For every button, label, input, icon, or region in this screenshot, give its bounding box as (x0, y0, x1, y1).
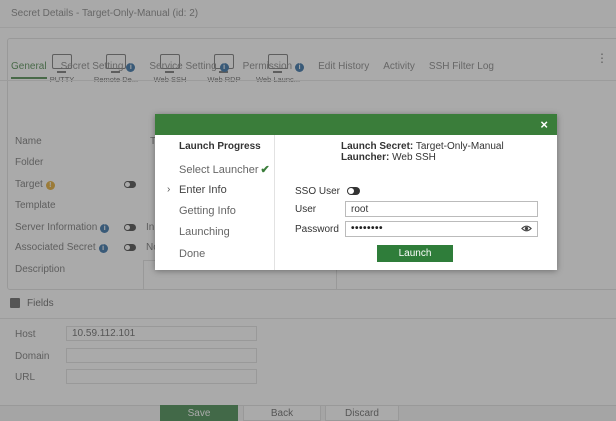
current-step-chevron-icon: › (167, 184, 171, 195)
launch-button[interactable]: Launch (377, 245, 453, 262)
step-done: Done (179, 248, 206, 260)
launcher-line: Launcher: Web SSH (341, 152, 504, 163)
step-launching: Launching (179, 226, 230, 238)
sso-user-label: SSO User (295, 186, 341, 197)
step-enter-info: Enter Info (179, 184, 227, 196)
launch-info: Launch Secret: Target-Only-Manual Launch… (341, 141, 504, 163)
password-label: Password (295, 224, 339, 235)
launch-progress-panel: Launch Progress Select Launcher ✔ › Enter… (155, 135, 275, 270)
show-password-eye-icon[interactable] (521, 224, 532, 238)
launch-progress-title: Launch Progress (179, 141, 261, 152)
sso-user-toggle[interactable] (347, 187, 360, 195)
password-masked-value: •••••••• (351, 223, 384, 234)
password-input[interactable]: •••••••• (345, 221, 538, 237)
launch-secret-label: Launch Secret: (341, 141, 414, 152)
launch-secret-value: Target-Only-Manual (415, 141, 504, 152)
modal-header: × (155, 114, 557, 135)
launch-modal: × Launch Progress Select Launcher ✔ › Ent… (155, 114, 557, 270)
checkmark-icon: ✔ (260, 164, 270, 176)
step-label: Select Launcher (179, 164, 259, 176)
user-label: User (295, 204, 317, 215)
user-input[interactable] (345, 201, 538, 217)
launch-secret-line: Launch Secret: Target-Only-Manual (341, 141, 504, 152)
launch-form-panel: Launch Secret: Target-Only-Manual Launch… (275, 135, 557, 270)
step-getting-info: Getting Info (179, 205, 236, 217)
step-select-launcher: Select Launcher ✔ (179, 163, 270, 176)
launcher-value: Web SSH (392, 152, 436, 163)
launcher-label: Launcher: (341, 152, 390, 163)
close-icon[interactable]: × (540, 117, 548, 132)
